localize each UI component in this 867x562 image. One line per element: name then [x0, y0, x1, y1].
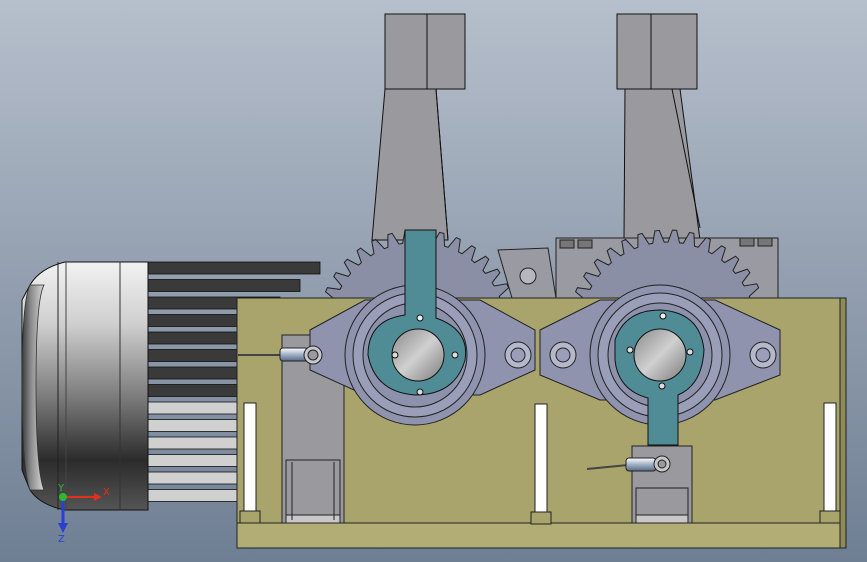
triad-z-label: Z — [58, 534, 65, 545]
motor-end-cap — [21, 261, 149, 511]
motor-fin — [139, 314, 241, 327]
motor-fin — [139, 331, 241, 345]
motor-fin — [139, 471, 241, 485]
motor-fin — [139, 489, 241, 502]
motor-fin — [139, 419, 241, 432]
motor-fin — [139, 366, 241, 380]
cad-viewport[interactable]: X Y Z — [0, 0, 867, 562]
triad-y-origin-icon — [59, 493, 67, 501]
triad-x-label: X — [103, 487, 110, 498]
motor-fin — [139, 401, 241, 415]
motor-fin — [139, 454, 241, 467]
motor-fin — [139, 261, 321, 275]
motor-fin — [139, 384, 241, 397]
motor-fin — [139, 279, 301, 292]
motor-fin — [139, 436, 241, 450]
motor-fin — [139, 349, 241, 362]
triad-y-label: Y — [57, 483, 65, 494]
